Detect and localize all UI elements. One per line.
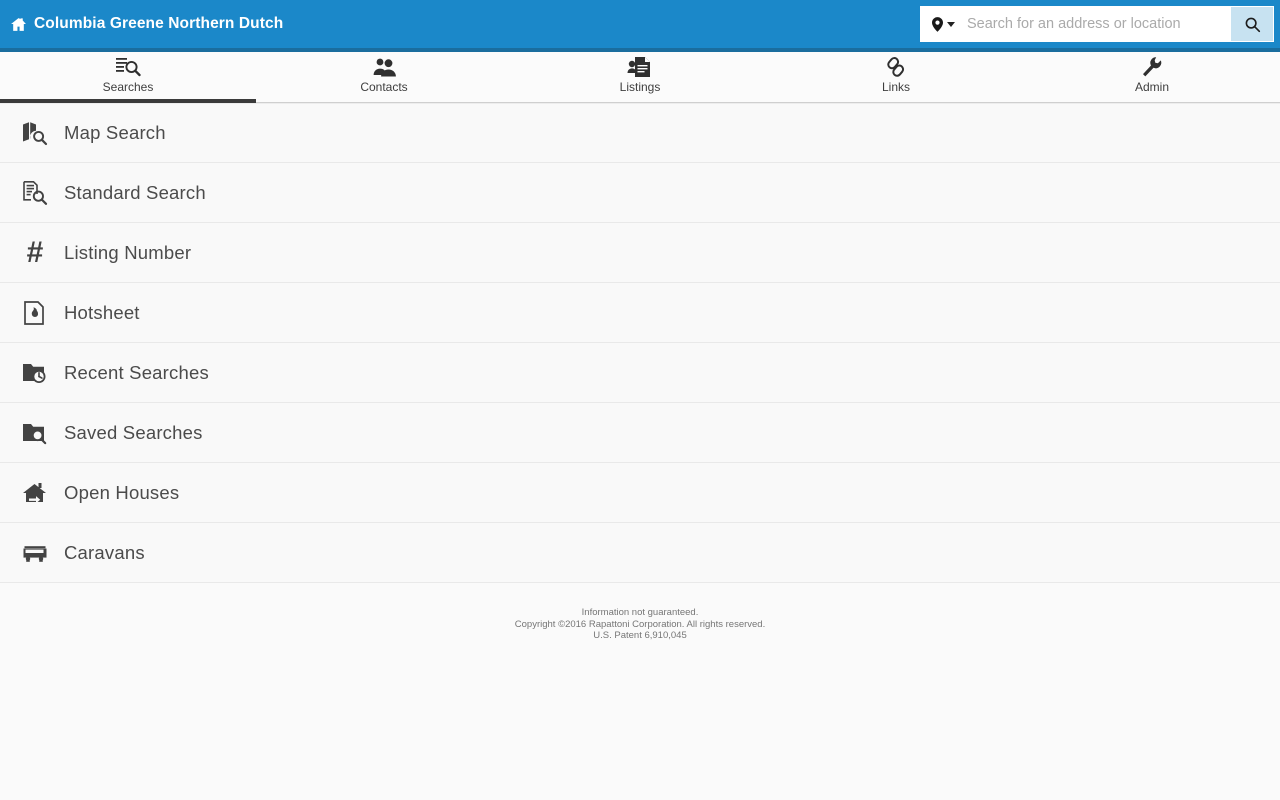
folder-clock-icon xyxy=(20,361,50,385)
tab-listings-label: Listings xyxy=(619,80,661,94)
flame-document-icon xyxy=(20,300,50,326)
menu-item-label: Caravans xyxy=(64,541,145,563)
menu-item-map-search[interactable]: Map Search xyxy=(0,103,1280,163)
tab-admin-label: Admin xyxy=(1134,80,1169,94)
brand: Columbia Greene Northern Dutch xyxy=(10,15,283,33)
listing-document-icon xyxy=(627,56,653,78)
search-input[interactable] xyxy=(963,7,1231,41)
menu-item-label: Saved Searches xyxy=(64,421,203,443)
menu-item-label: Open Houses xyxy=(64,481,180,503)
chevron-down-icon xyxy=(947,21,955,27)
map-pin-icon xyxy=(932,16,943,32)
menu-item-label: Hotsheet xyxy=(64,301,140,323)
footer: Information not guaranteed. Copyright ©2… xyxy=(0,607,1280,642)
menu-item-label: Map Search xyxy=(64,122,166,143)
bus-icon xyxy=(20,543,50,563)
location-type-dropdown[interactable] xyxy=(921,7,963,41)
tab-links[interactable]: Links xyxy=(768,52,1024,102)
home-icon xyxy=(10,16,27,33)
menu-item-standard-search[interactable]: Standard Search xyxy=(0,163,1280,223)
chain-link-icon xyxy=(883,56,909,78)
folder-search-icon xyxy=(20,421,50,445)
tab-contacts-label: Contacts xyxy=(360,80,408,94)
hash-icon: # xyxy=(26,235,44,269)
document-search-icon xyxy=(115,56,141,78)
map-search-icon xyxy=(20,120,50,146)
document-search-icon xyxy=(20,180,50,206)
search-icon xyxy=(1244,16,1261,33)
tab-searches-label: Searches xyxy=(102,80,154,94)
menu-item-recent-searches[interactable]: Recent Searches xyxy=(0,343,1280,403)
tab-links-label: Links xyxy=(881,80,910,94)
people-icon xyxy=(371,56,397,78)
footer-line-1: Information not guaranteed. xyxy=(581,607,699,618)
tab-contacts[interactable]: Contacts xyxy=(256,52,512,102)
menu-item-open-houses[interactable]: Open Houses xyxy=(0,463,1280,523)
app-title: Columbia Greene Northern Dutch xyxy=(34,15,284,32)
searches-menu: Map Search Standard Search # Listing Num… xyxy=(0,103,1280,583)
menu-item-hotsheet[interactable]: Hotsheet xyxy=(0,283,1280,343)
menu-item-label: Listing Number xyxy=(64,241,192,263)
search-submit-button[interactable] xyxy=(1231,7,1273,41)
app-header: Columbia Greene Northern Dutch xyxy=(0,0,1280,48)
tab-listings[interactable]: Listings xyxy=(512,52,768,102)
menu-item-label: Standard Search xyxy=(64,181,206,203)
wrench-icon xyxy=(1139,56,1165,78)
footer-line-3: U.S. Patent 6,910,045 xyxy=(593,630,687,642)
open-house-icon xyxy=(20,482,50,504)
menu-item-label: Recent Searches xyxy=(64,361,209,383)
tab-admin[interactable]: Admin xyxy=(1024,52,1280,102)
menu-item-caravans[interactable]: Caravans xyxy=(0,523,1280,583)
menu-item-listing-number[interactable]: # Listing Number xyxy=(0,223,1280,283)
footer-line-2: Copyright ©2016 Rapattoni Corporation. A… xyxy=(514,618,766,630)
menu-item-saved-searches[interactable]: Saved Searches xyxy=(0,403,1280,463)
main-tabbar: Searches Contacts Listings Links Admin xyxy=(0,52,1280,103)
location-search-box xyxy=(920,6,1274,42)
tab-searches[interactable]: Searches xyxy=(0,52,256,103)
